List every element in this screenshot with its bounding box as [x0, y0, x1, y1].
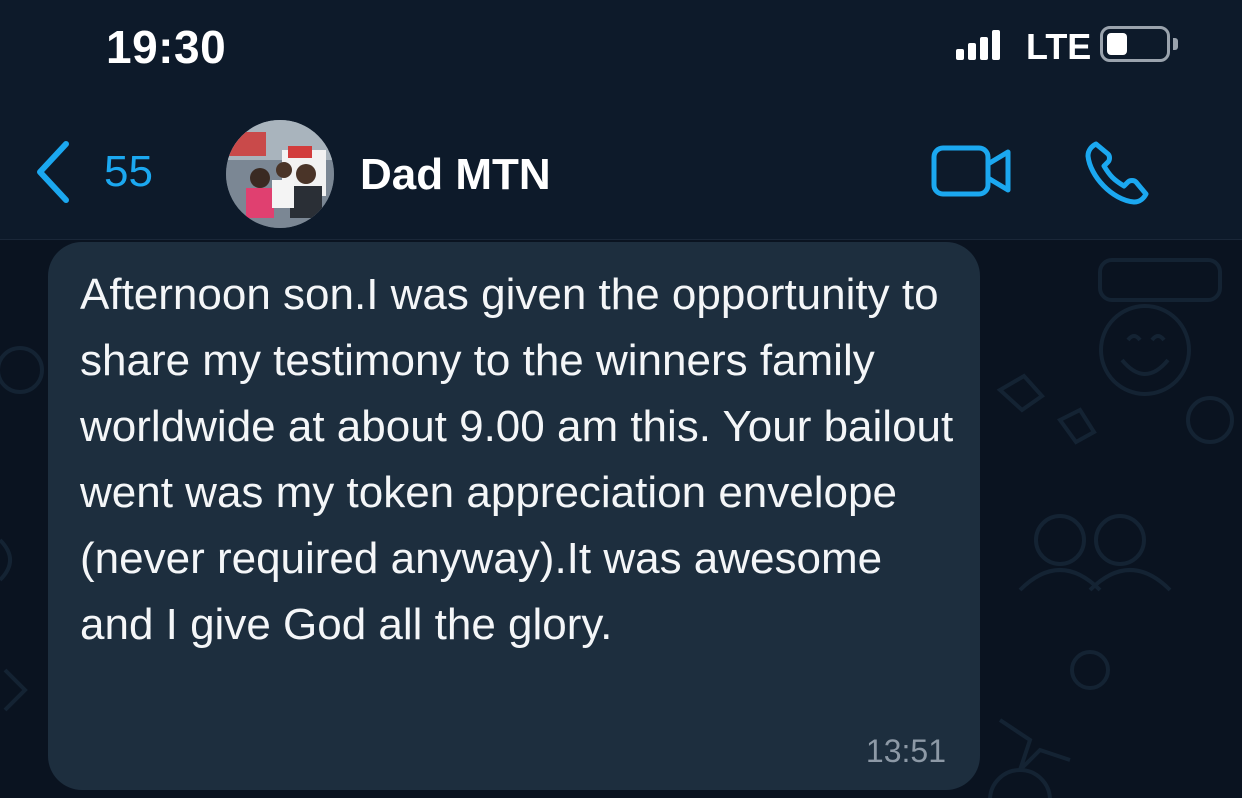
message-timestamp: 13:51 — [865, 733, 946, 769]
status-time: 19:30 — [106, 21, 227, 73]
status-bar: 19:30 LTE — [0, 0, 1242, 96]
battery-icon — [1100, 26, 1170, 62]
contact-name[interactable]: Dad MTN — [360, 150, 551, 200]
unread-count: 55 — [104, 147, 153, 196]
battery-level — [1107, 33, 1127, 55]
chat-header: 55 Dad MTN — [0, 96, 1242, 240]
network-type: LTE — [1026, 26, 1092, 67]
back-button[interactable]: 55 — [34, 140, 184, 204]
chat-screen: 19:30 LTE 55 Dad MTN Afternoon son.I was… — [0, 0, 1242, 798]
chevron-left-icon — [37, 141, 69, 203]
signal-strength-icon — [956, 30, 1000, 60]
message-bubble[interactable]: Afternoon son.I was given the opportunit… — [48, 242, 980, 790]
chat-area[interactable]: Afternoon son.I was given the opportunit… — [0, 240, 1242, 798]
voice-call-button[interactable] — [1082, 138, 1152, 208]
battery-tip — [1173, 38, 1178, 50]
avatar-photo — [226, 120, 334, 228]
video-camera-icon — [931, 145, 1011, 197]
video-call-button[interactable] — [930, 142, 1014, 202]
message-text: Afternoon son.I was given the opportunit… — [80, 270, 954, 649]
avatar[interactable] — [226, 120, 334, 228]
phone-icon — [1085, 141, 1149, 205]
